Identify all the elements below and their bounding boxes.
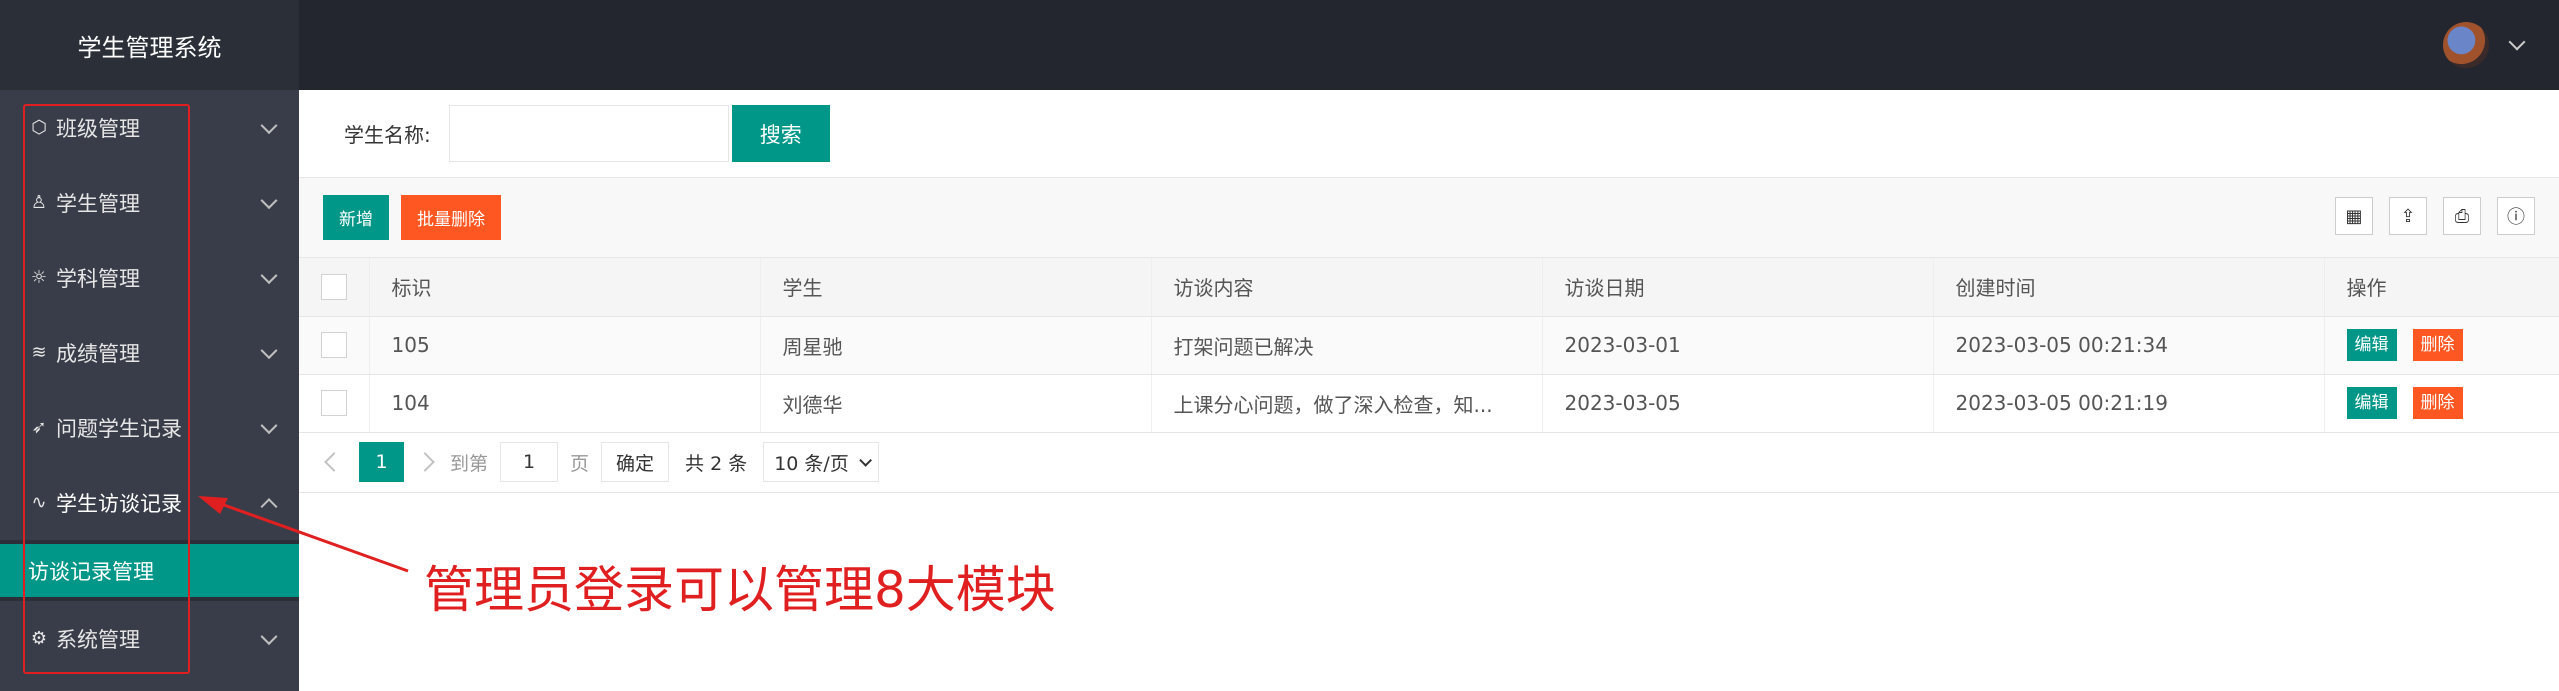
page-size-select[interactable]: 10 条/页: [763, 442, 879, 482]
chevron-down-icon[interactable]: [2508, 33, 2526, 51]
table-header-row: 标识 学生 访谈内容 访谈日期 创建时间 操作: [299, 258, 2559, 317]
cell-created: 2023-03-05 00:21:19: [1933, 374, 2325, 433]
search-button[interactable]: 搜索: [731, 105, 830, 162]
row-checkbox[interactable]: [321, 332, 347, 359]
cell-id: 105: [369, 316, 761, 375]
annotation-highlight-box: [23, 104, 190, 674]
cell-actions: 编辑 删除: [2324, 316, 2559, 375]
column-header: 操作: [2324, 258, 2559, 317]
page-size-value: 10 条/页: [774, 452, 849, 475]
cell-created: 2023-03-05 00:21:34: [1933, 316, 2325, 375]
table-row: 104 刘德华 上课分心问题，做了深入检查，知... 2023-03-05 20…: [299, 374, 2559, 433]
cell-id: 104: [369, 374, 761, 433]
table-toolbar: 新增 批量删除 ▦ ⇪ ⎙ ⓘ: [299, 178, 2559, 258]
goto-label: 到第: [450, 452, 489, 475]
delete-button[interactable]: 删除: [2412, 387, 2463, 419]
pagination: 1 到第 1 页 确定 共 2 条 10 条/页: [299, 433, 2559, 493]
select-all-checkbox[interactable]: [321, 274, 347, 300]
export-icon[interactable]: ⇪: [2389, 197, 2427, 235]
chevron-down-icon: [260, 627, 278, 645]
cell-content: 打架问题已解决: [1151, 316, 1543, 375]
chevron-down-icon: [260, 191, 278, 209]
column-header: 访谈日期: [1542, 258, 1934, 317]
grid-icon[interactable]: ▦: [2335, 197, 2373, 235]
next-page-icon[interactable]: [415, 452, 435, 472]
select-all-cell: [299, 258, 370, 317]
confirm-button[interactable]: 确定: [601, 442, 670, 482]
search-label: 学生名称:: [344, 123, 431, 147]
column-header: 创建时间: [1933, 258, 2325, 317]
table-tools: ▦ ⇪ ⎙ ⓘ: [2335, 197, 2535, 235]
data-table: 标识 学生 访谈内容 访谈日期 创建时间 操作 105 周星驰 打架问题已解决 …: [299, 258, 2559, 433]
edit-button[interactable]: 编辑: [2346, 387, 2397, 419]
cell-student: 周星驰: [760, 316, 1152, 375]
table-row: 105 周星驰 打架问题已解决 2023-03-01 2023-03-05 00…: [299, 316, 2559, 375]
current-page[interactable]: 1: [359, 442, 404, 482]
page-number-input[interactable]: 1: [500, 442, 559, 482]
student-name-input[interactable]: [448, 105, 729, 162]
row-select-cell: [299, 316, 370, 375]
chevron-down-icon: [260, 116, 278, 134]
cell-student: 刘德华: [760, 374, 1152, 433]
cell-content: 上课分心问题，做了深入检查，知...: [1151, 374, 1543, 433]
add-button[interactable]: 新增: [323, 195, 389, 240]
print-icon[interactable]: ⎙: [2443, 197, 2481, 235]
batch-delete-button[interactable]: 批量删除: [401, 195, 501, 240]
edit-button[interactable]: 编辑: [2346, 329, 2397, 361]
chevron-down-icon: [260, 341, 278, 359]
chevron-down-icon: [859, 453, 872, 467]
chevron-up-icon: [260, 497, 278, 515]
total-count: 共 2 条: [685, 452, 748, 475]
prev-page-icon[interactable]: [324, 452, 344, 472]
top-header: [299, 0, 2559, 90]
cell-actions: 编辑 删除: [2324, 374, 2559, 433]
chevron-down-icon: [260, 266, 278, 284]
avatar[interactable]: [2443, 22, 2489, 68]
column-header: 学生: [760, 258, 1152, 317]
page-label: 页: [570, 452, 590, 475]
annotation-text: 管理员登录可以管理8大模块: [424, 561, 1056, 619]
row-checkbox[interactable]: [321, 390, 347, 417]
delete-button[interactable]: 删除: [2412, 329, 2463, 361]
cell-date: 2023-03-01: [1542, 316, 1934, 375]
app-title: 学生管理系统: [0, 0, 299, 90]
column-header: 标识: [369, 258, 761, 317]
row-select-cell: [299, 374, 370, 433]
data-table-container: 新增 批量删除 ▦ ⇪ ⎙ ⓘ 标识 学生 访谈内容 访谈日期 创建时间 操作 …: [299, 177, 2559, 493]
info-icon[interactable]: ⓘ: [2497, 197, 2535, 235]
column-header: 访谈内容: [1151, 258, 1543, 317]
cell-date: 2023-03-05: [1542, 374, 1934, 433]
search-bar: 学生名称: 搜索: [299, 90, 2559, 177]
chevron-down-icon: [260, 416, 278, 434]
